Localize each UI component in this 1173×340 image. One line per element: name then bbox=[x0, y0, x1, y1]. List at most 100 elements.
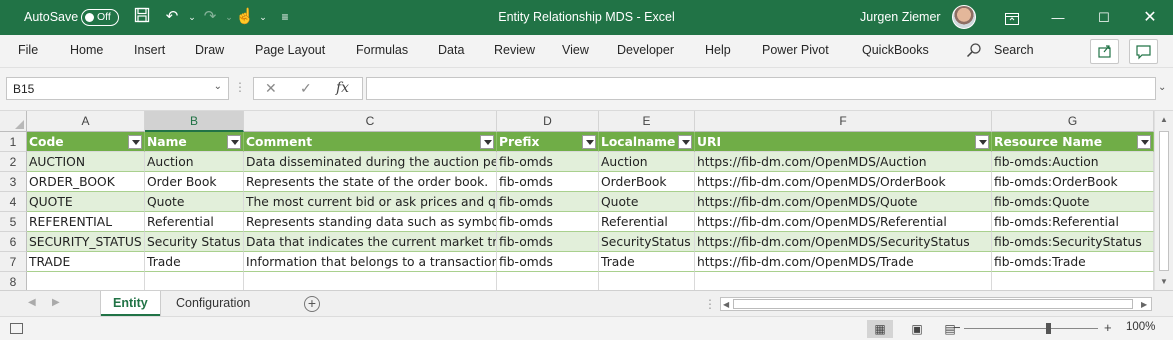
table-cell[interactable]: Data disseminated during the auction pe bbox=[244, 152, 497, 172]
redo-icon[interactable]: ↷ bbox=[200, 7, 220, 27]
customize-qat-icon[interactable]: ≡ bbox=[275, 7, 295, 27]
cancel-icon[interactable]: ✕ bbox=[265, 80, 277, 97]
table-cell[interactable]: Represents the state of the order book. bbox=[244, 172, 497, 192]
table-cell[interactable] bbox=[27, 272, 145, 292]
table-cell[interactable]: Quote bbox=[599, 192, 695, 212]
macro-recording-icon[interactable] bbox=[10, 323, 23, 334]
column-header-c[interactable]: C bbox=[244, 111, 497, 132]
scrollbar-thumb[interactable] bbox=[733, 299, 1133, 309]
comments-button[interactable] bbox=[1129, 39, 1158, 64]
filter-dropdown-icon[interactable] bbox=[480, 135, 494, 149]
table-cell[interactable]: fib-omds:SecurityStatus bbox=[992, 232, 1154, 252]
filter-dropdown-icon[interactable] bbox=[582, 135, 596, 149]
scrollbar-thumb[interactable] bbox=[1159, 131, 1169, 271]
row-header-7[interactable]: 7 bbox=[0, 252, 27, 272]
row-header-6[interactable]: 6 bbox=[0, 232, 27, 252]
filter-dropdown-icon[interactable] bbox=[1137, 135, 1151, 149]
table-header-cell[interactable]: Code bbox=[27, 132, 145, 152]
zoom-level[interactable]: 100% bbox=[1126, 321, 1155, 333]
filter-dropdown-icon[interactable] bbox=[128, 135, 142, 149]
zoom-slider[interactable] bbox=[964, 328, 1098, 329]
touch-dropdown-icon[interactable]: ⌄ bbox=[253, 7, 273, 27]
close-icon[interactable]: ✕ bbox=[1127, 0, 1173, 35]
table-cell[interactable] bbox=[599, 272, 695, 292]
user-name[interactable]: Jurgen Ziemer bbox=[860, 10, 941, 24]
tab-draw[interactable]: Draw bbox=[195, 43, 224, 57]
tab-formulas[interactable]: Formulas bbox=[356, 43, 408, 57]
touch-mode-icon[interactable]: ☝ bbox=[235, 7, 255, 27]
tab-power-pivot[interactable]: Power Pivot bbox=[762, 43, 829, 57]
table-cell[interactable] bbox=[244, 272, 497, 292]
tab-view[interactable]: View bbox=[562, 43, 589, 57]
share-button[interactable] bbox=[1090, 39, 1119, 64]
sheet-tab-configuration[interactable]: Configuration bbox=[164, 291, 262, 316]
table-cell[interactable]: ORDER_BOOK bbox=[27, 172, 145, 192]
filter-dropdown-icon[interactable] bbox=[975, 135, 989, 149]
name-box[interactable]: B15 ⌄ bbox=[6, 77, 229, 100]
row-header-1[interactable]: 1 bbox=[0, 132, 27, 152]
scroll-left-icon[interactable]: ◀ bbox=[723, 300, 729, 309]
table-cell[interactable]: Auction bbox=[599, 152, 695, 172]
table-header-cell[interactable]: Localname bbox=[599, 132, 695, 152]
table-header-cell[interactable]: URI bbox=[695, 132, 992, 152]
table-cell[interactable]: fib-omds bbox=[497, 172, 599, 192]
formula-input[interactable] bbox=[366, 77, 1156, 100]
column-header-d[interactable]: D bbox=[497, 111, 599, 132]
scroll-up-icon[interactable]: ▲ bbox=[1160, 115, 1168, 124]
table-cell[interactable]: https://fib-dm.com/OpenMDS/Quote bbox=[695, 192, 992, 212]
table-cell[interactable]: Quote bbox=[145, 192, 244, 212]
tab-developer[interactable]: Developer bbox=[617, 43, 674, 57]
vertical-scrollbar[interactable]: ▲ ▼ bbox=[1154, 111, 1173, 291]
save-icon[interactable] bbox=[132, 7, 152, 27]
autosave-toggle[interactable]: Off bbox=[81, 9, 119, 26]
table-cell[interactable]: https://fib-dm.com/OpenMDS/Auction bbox=[695, 152, 992, 172]
filter-dropdown-icon[interactable] bbox=[227, 135, 241, 149]
table-cell[interactable]: SecurityStatus bbox=[599, 232, 695, 252]
table-header-cell[interactable]: Comment bbox=[244, 132, 497, 152]
scroll-right-icon[interactable]: ▶ bbox=[1141, 300, 1147, 309]
table-cell[interactable]: TRADE bbox=[27, 252, 145, 272]
table-cell[interactable]: Represents standing data such as symbol bbox=[244, 212, 497, 232]
table-cell[interactable]: https://fib-dm.com/OpenMDS/Referential bbox=[695, 212, 992, 232]
enter-icon[interactable]: ✓ bbox=[300, 80, 312, 97]
table-cell[interactable]: https://fib-dm.com/OpenMDS/SecurityStatu… bbox=[695, 232, 992, 252]
table-cell[interactable]: Auction bbox=[145, 152, 244, 172]
minimize-icon[interactable]: — bbox=[1035, 0, 1081, 35]
table-cell[interactable] bbox=[145, 272, 244, 292]
table-cell[interactable]: fib-omds:OrderBook bbox=[992, 172, 1154, 192]
table-cell[interactable]: The most current bid or ask prices and q… bbox=[244, 192, 497, 212]
table-cell[interactable]: fib-omds:Quote bbox=[992, 192, 1154, 212]
table-cell[interactable] bbox=[695, 272, 992, 292]
row-header-5[interactable]: 5 bbox=[0, 212, 27, 232]
table-header-cell[interactable]: Name bbox=[145, 132, 244, 152]
zoom-out-icon[interactable]: − bbox=[953, 320, 961, 335]
table-cell[interactable]: fib-omds bbox=[497, 252, 599, 272]
row-header-2[interactable]: 2 bbox=[0, 152, 27, 172]
sheet-tab-entity[interactable]: Entity bbox=[101, 291, 160, 316]
table-cell[interactable]: Trade bbox=[145, 252, 244, 272]
zoom-slider-thumb[interactable] bbox=[1046, 323, 1051, 334]
horizontal-scrollbar[interactable]: ◀ ▶ bbox=[720, 297, 1152, 311]
tab-file[interactable]: File bbox=[18, 43, 38, 57]
table-cell[interactable]: fib-omds bbox=[497, 232, 599, 252]
table-cell[interactable]: fib-omds bbox=[497, 212, 599, 232]
tab-page-layout[interactable]: Page Layout bbox=[255, 43, 325, 57]
tab-home[interactable]: Home bbox=[70, 43, 103, 57]
tab-quickbooks[interactable]: QuickBooks bbox=[862, 43, 929, 57]
expand-formula-bar-icon[interactable]: ⌄ bbox=[1158, 82, 1166, 93]
row-header-8[interactable]: 8 bbox=[0, 272, 27, 292]
scroll-down-icon[interactable]: ▼ bbox=[1160, 277, 1168, 286]
table-cell[interactable]: Order Book bbox=[145, 172, 244, 192]
column-header-g[interactable]: G bbox=[992, 111, 1154, 132]
column-header-a[interactable]: A bbox=[27, 111, 145, 132]
table-cell[interactable]: fib-omds bbox=[497, 192, 599, 212]
table-cell[interactable] bbox=[497, 272, 599, 292]
tab-data[interactable]: Data bbox=[438, 43, 464, 57]
tab-split-handle[interactable]: ⋮ bbox=[704, 297, 716, 311]
table-cell[interactable]: Information that belongs to a transactio… bbox=[244, 252, 497, 272]
table-header-cell[interactable]: Prefix bbox=[497, 132, 599, 152]
undo-icon[interactable]: ↶ bbox=[162, 7, 182, 27]
select-all-corner[interactable] bbox=[0, 111, 27, 132]
table-cell[interactable]: Referential bbox=[599, 212, 695, 232]
worksheet-grid[interactable]: A B C D E F G 1 2 3 4 5 6 7 8 Code Name … bbox=[0, 110, 1173, 292]
